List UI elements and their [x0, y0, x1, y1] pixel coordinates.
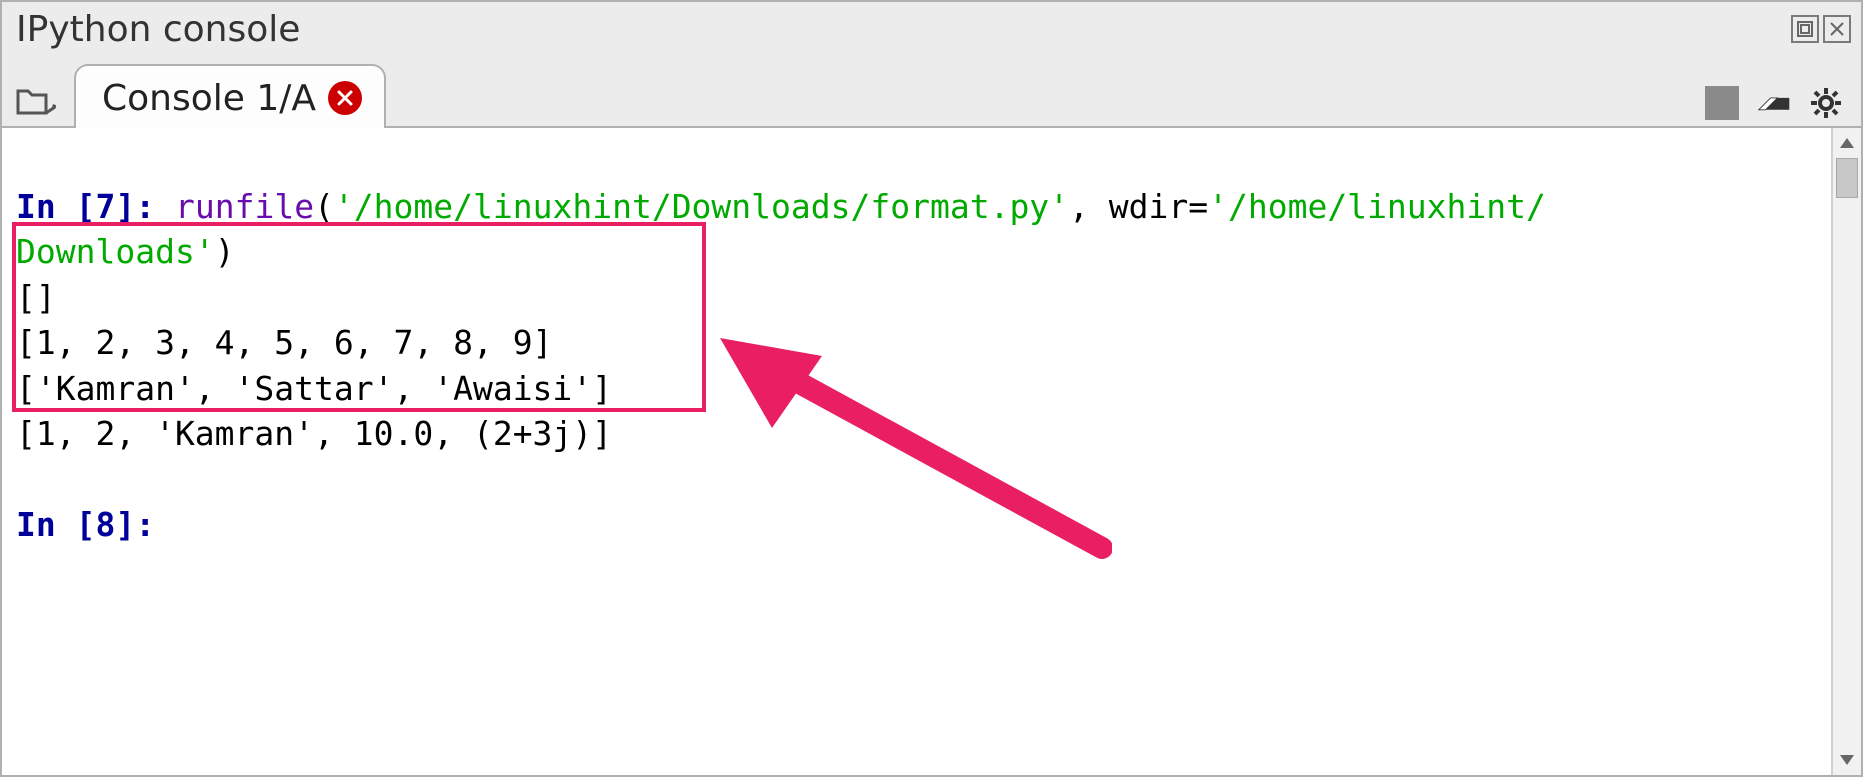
output-line: [] [16, 278, 56, 317]
output-line: [1, 2, 'Kamran', 10.0, (2+3j)] [16, 414, 612, 453]
pane-titlebar: IPython console [2, 2, 1861, 52]
browse-tabs-button[interactable] [14, 78, 58, 122]
clear-console-button[interactable] [1757, 86, 1791, 120]
stop-kernel-button[interactable] [1705, 86, 1739, 120]
maximize-pane-button[interactable] [1791, 15, 1819, 43]
code-string-wdir-cont: Downloads' [16, 232, 215, 271]
in-prompt-number: 8 [95, 505, 115, 544]
code-sep: , wdir= [1069, 187, 1208, 226]
code-runfile: runfile [175, 187, 314, 226]
pane-title: IPython console [16, 9, 300, 50]
console-options-button[interactable] [1809, 86, 1843, 120]
close-pane-button[interactable] [1823, 15, 1851, 43]
console-body: In [7]: runfile('/home/linuxhint/Downloa… [2, 128, 1861, 775]
scroll-up-button[interactable] [1833, 128, 1861, 158]
code-string-path: '/home/linuxhint/Downloads/format.py' [334, 187, 1069, 226]
console-output-area[interactable]: In [7]: runfile('/home/linuxhint/Downloa… [2, 128, 1831, 775]
code-string-wdir: '/home/linuxhint/ [1208, 187, 1546, 226]
in-prompt-bracket: ]: [115, 187, 155, 226]
code-paren-close: ) [215, 232, 235, 271]
vertical-scrollbar[interactable] [1831, 128, 1861, 775]
scroll-track[interactable] [1833, 158, 1861, 745]
scroll-down-button[interactable] [1833, 745, 1861, 775]
output-line: [1, 2, 3, 4, 5, 6, 7, 8, 9] [16, 323, 552, 362]
console-tab[interactable]: Console 1/A [74, 64, 386, 128]
console-tab-bar: Console 1/A [2, 52, 1861, 128]
in-prompt-bracket: ]: [115, 505, 155, 544]
scroll-thumb[interactable] [1836, 158, 1858, 198]
code-paren: ( [314, 187, 334, 226]
in-prompt-number: 7 [95, 187, 115, 226]
in-prompt-bracket: In [ [16, 187, 95, 226]
pane-window-controls [1791, 15, 1851, 43]
close-tab-button[interactable] [328, 81, 362, 115]
in-prompt-bracket: In [ [16, 505, 95, 544]
output-line: ['Kamran', 'Sattar', 'Awaisi'] [16, 369, 612, 408]
ipython-console-pane: IPython console Console 1/A [0, 0, 1863, 777]
console-toolbar [1705, 86, 1849, 126]
annotation-arrow-icon [702, 318, 1112, 568]
console-tab-label: Console 1/A [102, 78, 316, 119]
